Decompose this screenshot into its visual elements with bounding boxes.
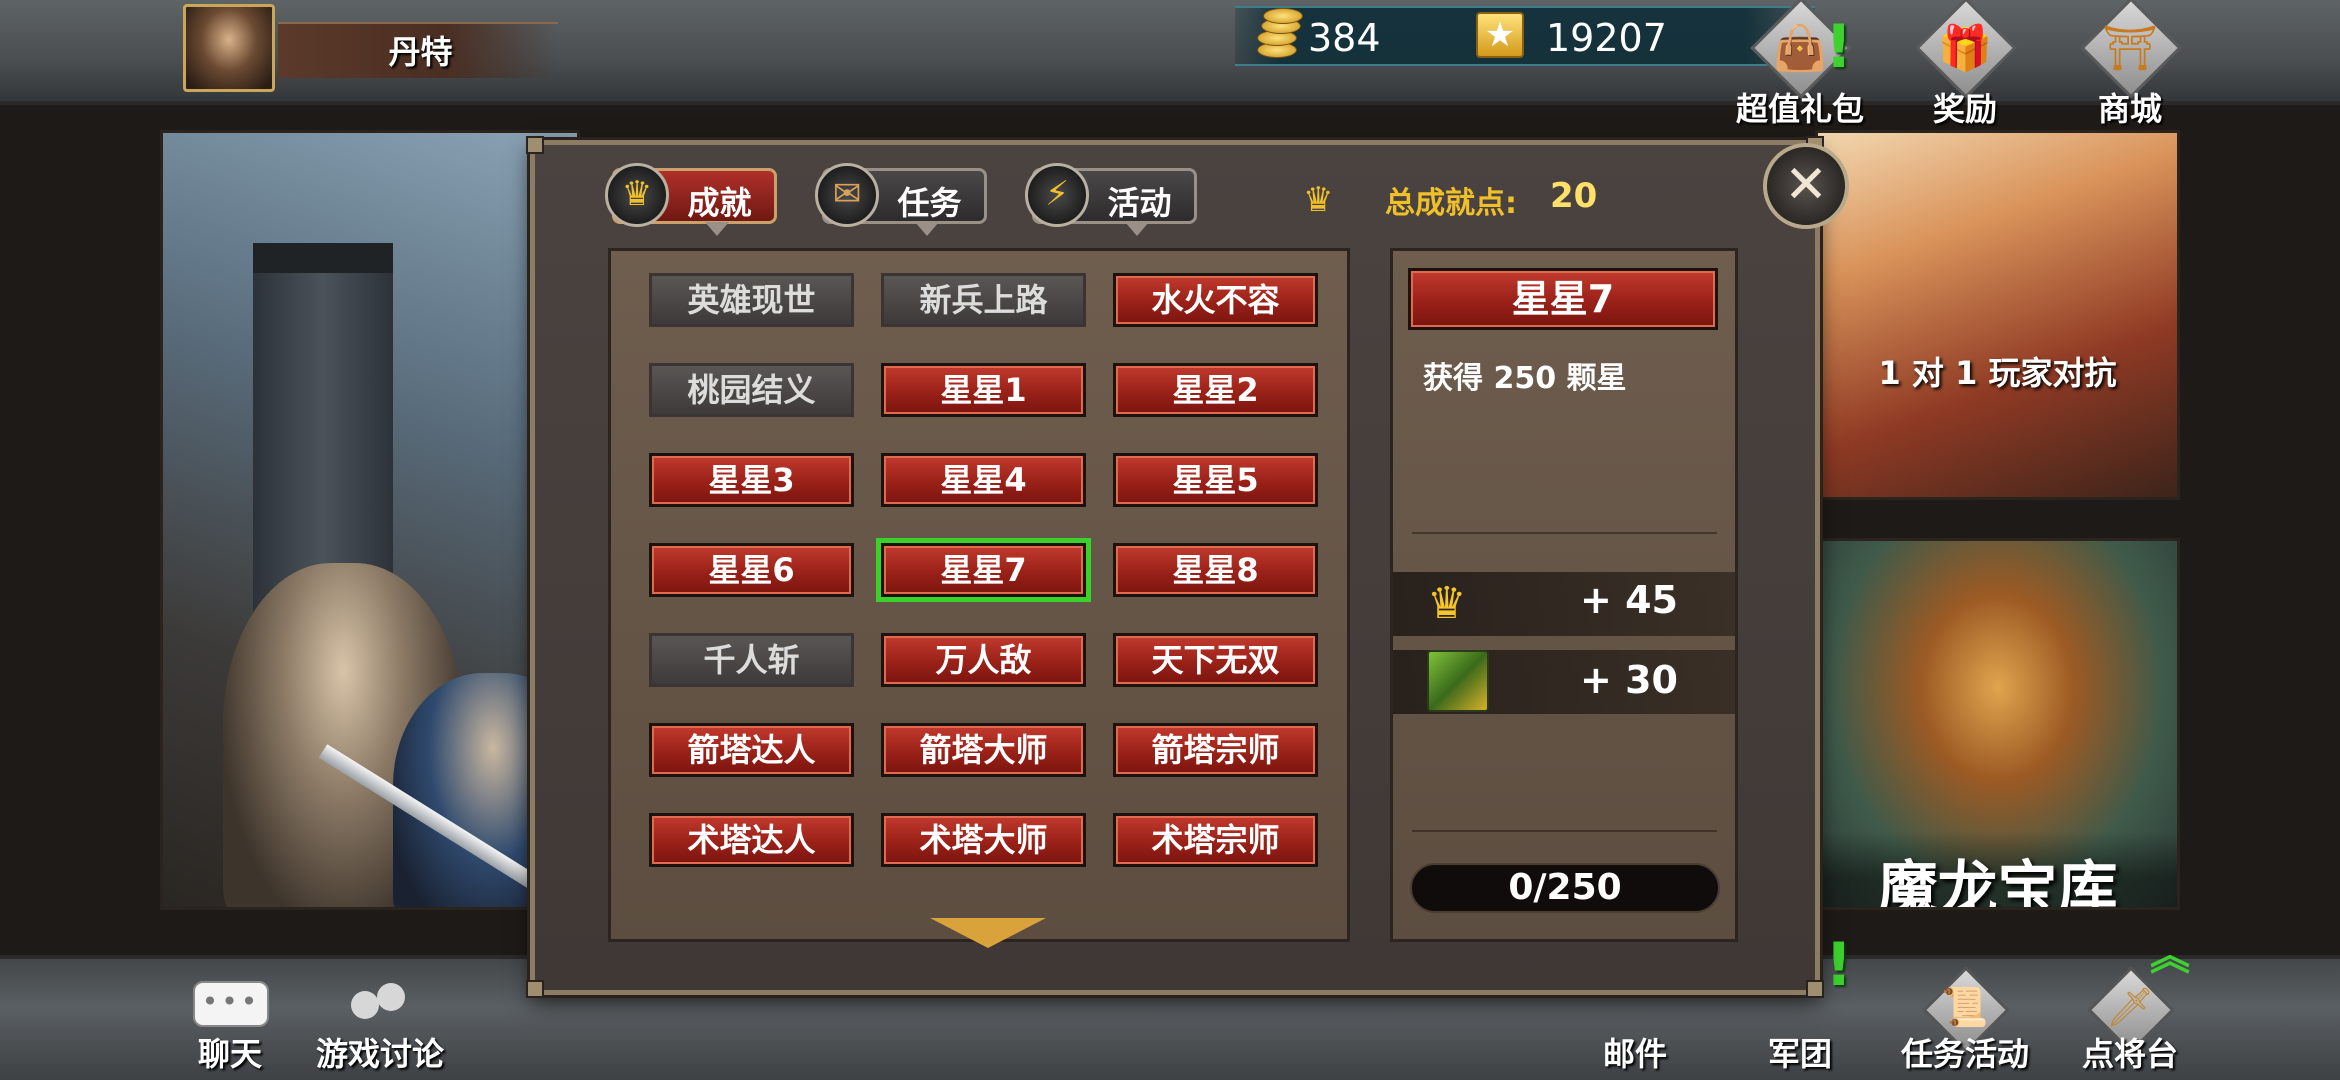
value-pack-label: 超值礼包 [1735, 90, 1864, 128]
rewards-label: 奖励 [1932, 90, 1997, 128]
chat-button[interactable]: 聊天 [145, 975, 315, 1080]
reward-value: + 30 [1580, 658, 1678, 702]
achievement-item[interactable]: 术塔达人 [649, 813, 854, 867]
reward-value: + 45 [1580, 578, 1678, 622]
achievement-item[interactable]: 星星5 [1113, 453, 1318, 507]
achievement-item-selected[interactable]: 星星7 [881, 543, 1086, 597]
tab-achievements[interactable]: ♛ 成就 [605, 163, 777, 236]
crown-icon: ♛ [605, 163, 669, 227]
gift-box-icon: 🎁 [1937, 23, 1993, 74]
legion-label: 军团 [1767, 1035, 1832, 1073]
detail-title: 星星7 [1408, 268, 1718, 330]
pvp-card-title: 1 对 1 玩家对抗 [1878, 354, 2117, 392]
chat-label: 聊天 [197, 1035, 262, 1073]
achievement-grid[interactable]: 英雄现世 新兵上路 水火不容 桃园结义 星星1 星星2 星星3 星星4 星星5 … [608, 248, 1350, 942]
crown-icon: ♛ [1427, 578, 1467, 629]
dragon-vault-title: 魔龙宝库 [1818, 831, 2177, 907]
achievement-item[interactable]: 星星4 [881, 453, 1086, 507]
sword-icon: 🗡 [2105, 985, 2155, 1029]
achievement-item[interactable]: 千人斩 [649, 633, 854, 687]
player-avatar[interactable] [183, 4, 275, 92]
total-points-value: 20 [1550, 176, 1598, 216]
value-pack-button[interactable]: 👜 超值礼包 [1720, 0, 1880, 128]
divider [1412, 532, 1717, 534]
star-icon: ★ [1476, 12, 1524, 58]
close-button[interactable]: ✕ [1763, 143, 1849, 229]
shop-button[interactable]: ⛩ 商城 [2050, 0, 2210, 128]
rewards-button[interactable]: 🎁 奖励 [1885, 0, 2045, 128]
gift-bag-icon: 👜 [1772, 23, 1828, 74]
general-platform-button[interactable]: 🗡 点将台 [2045, 966, 2215, 1080]
achievement-item[interactable]: 星星1 [881, 363, 1086, 417]
total-points-label: 总成就点: [1385, 186, 1517, 221]
achievement-item[interactable]: 万人敌 [881, 633, 1086, 687]
achievement-item[interactable]: 箭塔大师 [881, 723, 1086, 777]
quest-events-label: 任务活动 [1900, 1035, 2029, 1073]
dialog-corner [526, 980, 544, 998]
gem-icon [1427, 650, 1489, 712]
tab-label: 活动 [1107, 184, 1172, 222]
gold-coin-icon [1253, 8, 1305, 62]
discussion-icon [347, 979, 417, 1029]
quest-events-button[interactable]: 📜 任务活动 [1880, 966, 2050, 1080]
progress-counter: 0/250 [1410, 863, 1720, 913]
tab-events[interactable]: ⚡ 活动 [1025, 163, 1197, 236]
upgrade-chevron-icon: ︽ [2150, 933, 2190, 979]
mail-label: 邮件 [1602, 1035, 1667, 1073]
scroll-down-arrow-icon[interactable] [930, 918, 1046, 948]
divider [1412, 830, 1717, 832]
tab-label: 任务 [897, 184, 962, 222]
dragon-vault-card[interactable]: 魔龙宝库 [1815, 538, 2180, 910]
alert-icon: ! [1825, 930, 1853, 1000]
achievement-item[interactable]: 箭塔达人 [649, 723, 854, 777]
discussion-label: 游戏讨论 [315, 1035, 444, 1073]
achievement-item[interactable]: 术塔大师 [881, 813, 1086, 867]
tab-tasks[interactable]: ✉ 任务 [815, 163, 987, 236]
hero-banner-card[interactable] [160, 130, 580, 910]
scroll-icon: ✉ [815, 163, 879, 227]
tab-pointer [705, 222, 729, 236]
tab-label: 成就 [687, 184, 752, 222]
alert-icon: ! [1825, 12, 1853, 82]
achievement-item[interactable]: 星星8 [1113, 543, 1318, 597]
achievement-item[interactable]: 新兵上路 [881, 273, 1086, 327]
shop-label: 商城 [2097, 90, 2162, 128]
player-name: 丹特 [388, 33, 453, 71]
pvp-card[interactable]: 1 对 1 玩家对抗 [1815, 130, 2180, 500]
scroll-icon: 📜 [1941, 985, 1989, 1029]
crown-icon: ♛ [1303, 180, 1334, 220]
achievement-item[interactable]: 桃园结义 [649, 363, 854, 417]
dialog-corner [1806, 980, 1824, 998]
tab-pointer [1125, 222, 1149, 236]
achievement-item[interactable]: 星星2 [1113, 363, 1318, 417]
chat-icon [193, 981, 269, 1027]
achievement-item[interactable]: 箭塔宗师 [1113, 723, 1318, 777]
achievement-item[interactable]: 天下无双 [1113, 633, 1318, 687]
achievement-item[interactable]: 术塔宗师 [1113, 813, 1318, 867]
pagoda-icon: ⛩ [2102, 23, 2158, 74]
general-platform-label: 点将台 [2081, 1035, 2178, 1073]
detail-description: 获得 250 颗星 [1423, 361, 1627, 396]
star-amount: 19207 [1546, 16, 1667, 60]
achievement-item[interactable]: 英雄现世 [649, 273, 854, 327]
achievement-item[interactable]: 水火不容 [1113, 273, 1318, 327]
tab-pointer [915, 222, 939, 236]
close-icon: ✕ [1784, 155, 1828, 215]
achievement-item[interactable]: 星星6 [649, 543, 854, 597]
achievement-item[interactable]: 星星3 [649, 453, 854, 507]
discussion-button[interactable]: 游戏讨论 [295, 975, 465, 1080]
dialog-corner [526, 136, 544, 154]
lightning-icon: ⚡ [1025, 163, 1089, 227]
gold-amount: 384 [1308, 16, 1381, 60]
